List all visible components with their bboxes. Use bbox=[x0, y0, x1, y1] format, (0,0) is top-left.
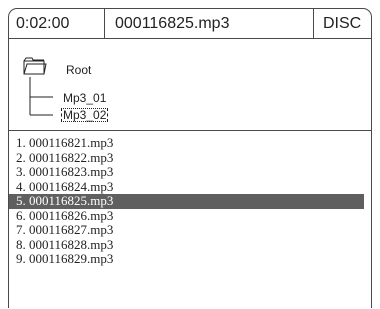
file-list: 1. 000116821.mp3 2. 000116822.mp3 3. 000… bbox=[9, 135, 371, 267]
current-file-name: 000116825.mp3 bbox=[105, 9, 314, 38]
file-list-item[interactable]: 4. 000116824.mp3 bbox=[9, 179, 371, 195]
status-bar: 0:02:00 000116825.mp3 DISC bbox=[9, 9, 371, 39]
tree-item-mp3-01[interactable]: Mp3_01 bbox=[63, 91, 106, 105]
file-list-item[interactable]: 3. 000116823.mp3 bbox=[9, 164, 371, 180]
file-list-item[interactable]: 9. 000116829.mp3 bbox=[9, 251, 371, 267]
tree-root-label[interactable]: Root bbox=[66, 63, 91, 77]
source-label: DISC bbox=[323, 15, 362, 32]
tree-item-mp3-02[interactable]: Mp3_02 bbox=[61, 108, 109, 122]
file-list-item[interactable]: 6. 000116826.mp3 bbox=[9, 208, 371, 224]
tree-connector-lines bbox=[29, 77, 53, 116]
file-list-item[interactable]: 7. 000116827.mp3 bbox=[9, 222, 371, 238]
file-list-item[interactable]: 2. 000116822.mp3 bbox=[9, 150, 371, 166]
folder-tree: Root Mp3_01 Mp3_02 bbox=[9, 39, 371, 131]
file-list-item[interactable]: 1. 000116821.mp3 bbox=[9, 135, 371, 151]
elapsed-time: 0:02:00 bbox=[9, 9, 105, 38]
file-list-item[interactable]: 5. 000116825.mp3 bbox=[9, 193, 364, 209]
player-window: 0:02:00 000116825.mp3 DISC Root Mp3_01 M… bbox=[8, 8, 372, 308]
file-list-item[interactable]: 8. 000116828.mp3 bbox=[9, 237, 371, 253]
folder-icon bbox=[23, 57, 47, 75]
